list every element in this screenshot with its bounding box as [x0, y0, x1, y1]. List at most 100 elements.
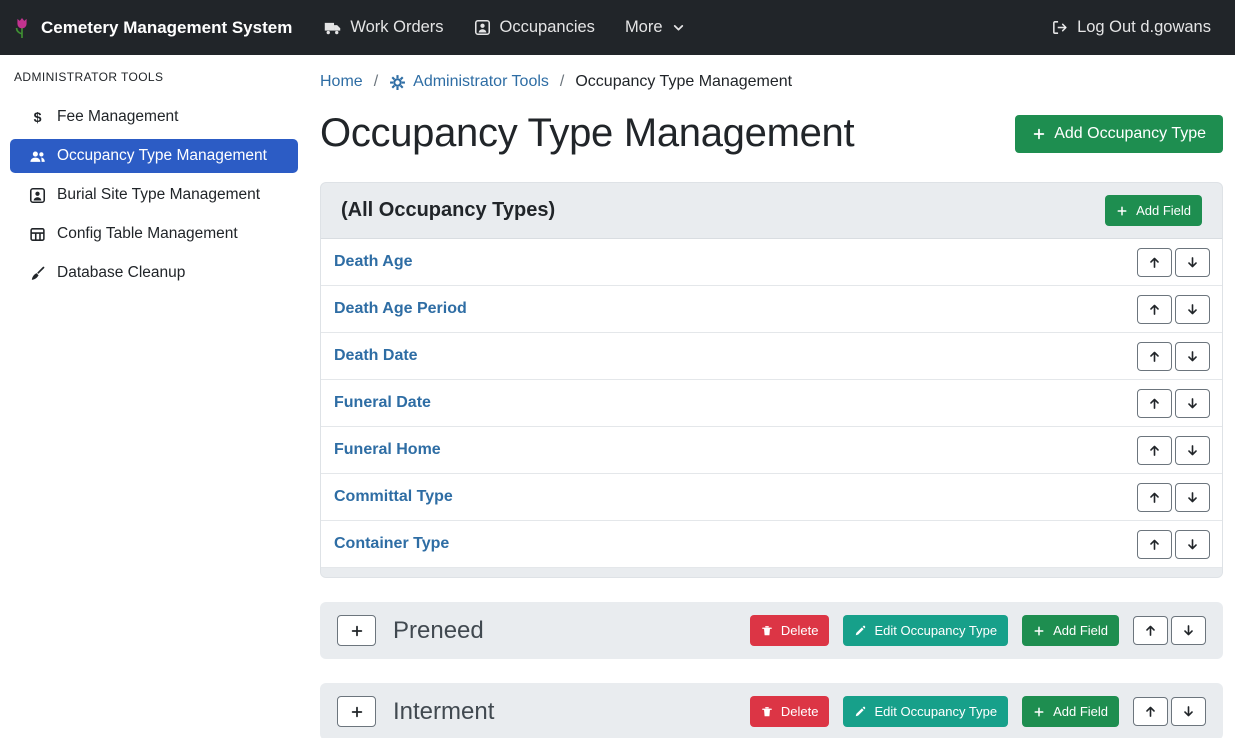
sidebar: ADMINISTRATOR TOOLS Fee Management Occup…	[0, 55, 308, 738]
sidebar-item-label: Fee Management	[57, 108, 179, 126]
breadcrumb: Home / Administrator Tools / Occupancy T…	[320, 73, 1223, 91]
sidebar-item[interactable]: Fee Management	[10, 100, 298, 134]
field-row: Container Type	[321, 521, 1222, 568]
arrow-up-icon	[1148, 538, 1161, 551]
move-up-button[interactable]	[1133, 616, 1168, 645]
move-up-button[interactable]	[1133, 697, 1168, 726]
delete-label: Delete	[781, 704, 819, 719]
tulip-logo-icon	[12, 15, 32, 41]
arrow-down-icon	[1186, 491, 1199, 504]
move-up-button[interactable]	[1137, 295, 1172, 324]
plus-icon	[1032, 127, 1046, 141]
arrow-up-icon	[1148, 256, 1161, 269]
section-actions: Delete Edit Occupancy Type Add Field	[750, 615, 1206, 646]
reorder-buttons	[1137, 436, 1210, 465]
nav-occupancies-label: Occupancies	[500, 18, 595, 37]
field-link[interactable]: Death Date	[334, 347, 418, 365]
sidebar-item[interactable]: Config Table Management	[10, 217, 298, 251]
reorder-buttons	[1137, 248, 1210, 277]
expand-section-button[interactable]	[337, 696, 376, 727]
move-down-button[interactable]	[1175, 248, 1210, 277]
field-link[interactable]: Committal Type	[334, 488, 453, 506]
logout-label: Log Out d.gowans	[1077, 18, 1211, 37]
sidebar-item-label: Burial Site Type Management	[57, 186, 260, 204]
field-link[interactable]: Death Age Period	[334, 300, 467, 318]
trash-icon	[761, 625, 773, 637]
arrow-up-icon	[1148, 303, 1161, 316]
nav-work-orders[interactable]: Work Orders	[324, 18, 443, 37]
edit-occupancy-type-button[interactable]: Edit Occupancy Type	[843, 696, 1008, 727]
delete-button[interactable]: Delete	[750, 615, 830, 646]
table-icon	[29, 226, 46, 243]
pencil-icon	[854, 706, 866, 718]
sidebar-item[interactable]: Burial Site Type Management	[10, 178, 298, 212]
move-down-button[interactable]	[1175, 483, 1210, 512]
breadcrumb-home-link[interactable]: Home	[320, 73, 363, 91]
add-field-label: Add Field	[1136, 203, 1191, 218]
section-title: Preneed	[393, 617, 733, 645]
sidebar-item[interactable]: Database Cleanup	[10, 256, 298, 290]
field-link[interactable]: Container Type	[334, 535, 449, 553]
logout-link[interactable]: Log Out d.gowans	[1051, 18, 1211, 37]
users-icon	[29, 148, 46, 165]
edit-occupancy-type-button[interactable]: Edit Occupancy Type	[843, 615, 1008, 646]
reorder-buttons	[1133, 697, 1206, 726]
move-down-button[interactable]	[1175, 436, 1210, 465]
field-link[interactable]: Funeral Date	[334, 394, 431, 412]
move-down-button[interactable]	[1171, 697, 1206, 726]
move-down-button[interactable]	[1171, 616, 1206, 645]
reorder-buttons	[1133, 616, 1206, 645]
page-title: Occupancy Type Management	[320, 111, 854, 156]
nav-work-orders-label: Work Orders	[350, 18, 443, 37]
move-up-button[interactable]	[1137, 483, 1172, 512]
arrow-up-icon	[1148, 350, 1161, 363]
all-occupancy-types-card: (All Occupancy Types) Add Field Death Ag…	[320, 182, 1223, 578]
move-up-button[interactable]	[1137, 248, 1172, 277]
sidebar-item[interactable]: Occupancy Type Management	[10, 139, 298, 173]
arrow-down-icon	[1182, 624, 1195, 637]
delete-button[interactable]: Delete	[750, 696, 830, 727]
main-content: Home / Administrator Tools / Occupancy T…	[308, 55, 1235, 738]
move-up-button[interactable]	[1137, 389, 1172, 418]
move-up-button[interactable]	[1137, 436, 1172, 465]
delete-label: Delete	[781, 623, 819, 638]
brand[interactable]: Cemetery Management System	[12, 15, 292, 41]
reorder-buttons	[1137, 530, 1210, 559]
arrow-up-icon	[1144, 624, 1157, 637]
title-row: Occupancy Type Management Add Occupancy …	[320, 111, 1223, 156]
person-frame-icon	[474, 19, 491, 36]
occupancy-type-section: Preneed Delete Edit Occupancy Type Add F…	[320, 602, 1223, 659]
move-down-button[interactable]	[1175, 342, 1210, 371]
add-field-button[interactable]: Add Field	[1022, 696, 1119, 727]
nav-more[interactable]: More	[625, 18, 685, 37]
move-down-button[interactable]	[1175, 530, 1210, 559]
add-field-label: Add Field	[1053, 704, 1108, 719]
field-link[interactable]: Funeral Home	[334, 441, 441, 459]
breadcrumb-separator: /	[560, 73, 564, 91]
breadcrumb-admin-tools-label: Administrator Tools	[413, 73, 549, 91]
add-field-button[interactable]: Add Field	[1022, 615, 1119, 646]
nav-more-label: More	[625, 18, 663, 37]
move-down-button[interactable]	[1175, 389, 1210, 418]
move-down-button[interactable]	[1175, 295, 1210, 324]
breadcrumb-separator: /	[374, 73, 378, 91]
nav-occupancies[interactable]: Occupancies	[474, 18, 595, 37]
truck-icon	[324, 19, 341, 36]
card-title: (All Occupancy Types)	[341, 199, 555, 222]
sidebar-item-label: Occupancy Type Management	[57, 147, 267, 165]
brand-title: Cemetery Management System	[41, 18, 292, 38]
arrow-down-icon	[1186, 397, 1199, 410]
expand-section-button[interactable]	[337, 615, 376, 646]
breadcrumb-admin-tools-link[interactable]: Administrator Tools	[389, 73, 549, 91]
add-field-button[interactable]: Add Field	[1105, 195, 1202, 226]
broom-icon	[29, 265, 46, 282]
add-occupancy-type-button[interactable]: Add Occupancy Type	[1015, 115, 1223, 153]
card-footer	[321, 568, 1222, 577]
move-up-button[interactable]	[1137, 342, 1172, 371]
sidebar-item-label: Config Table Management	[57, 225, 238, 243]
chevron-down-icon	[672, 21, 685, 34]
main-nav: Work Orders Occupancies More	[324, 18, 684, 37]
move-up-button[interactable]	[1137, 530, 1172, 559]
field-link[interactable]: Death Age	[334, 253, 413, 271]
top-navbar: Cemetery Management System Work Orders O…	[0, 0, 1235, 55]
